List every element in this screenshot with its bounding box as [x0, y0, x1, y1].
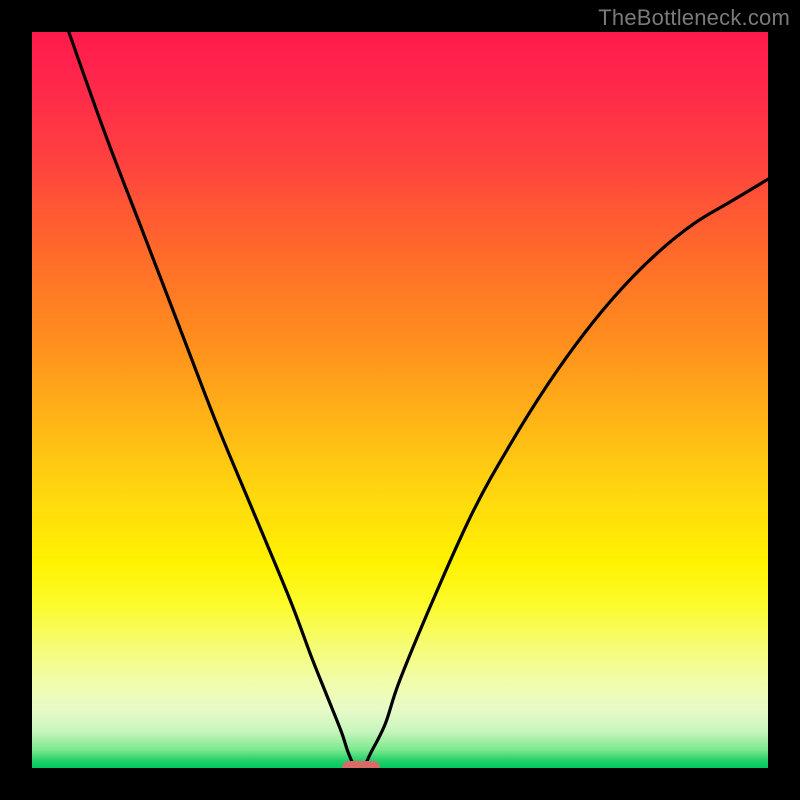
bottleneck-curve — [32, 32, 768, 768]
chart-frame: TheBottleneck.com — [0, 0, 800, 800]
optimal-marker — [342, 761, 380, 768]
plot-area — [32, 32, 768, 768]
watermark-text: TheBottleneck.com — [598, 5, 790, 31]
curve-path — [69, 32, 768, 768]
